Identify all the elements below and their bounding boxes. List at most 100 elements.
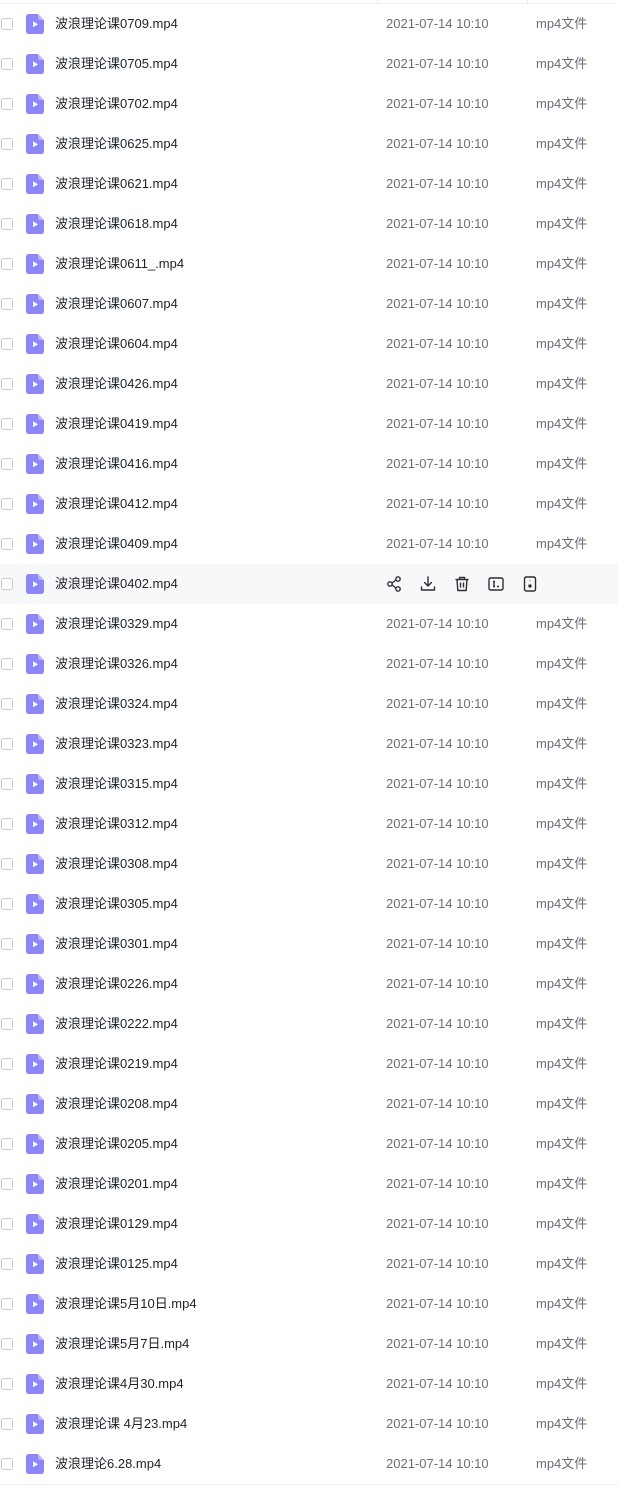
file-name[interactable]: 波浪理论课0208.mp4	[55, 1084, 178, 1124]
file-name[interactable]: 波浪理论课0621.mp4	[55, 164, 178, 204]
file-name[interactable]: 波浪理论课0323.mp4	[55, 724, 178, 764]
row-checkbox[interactable]	[1, 1258, 13, 1270]
share-icon[interactable]	[385, 575, 403, 593]
row-checkbox[interactable]	[1, 698, 13, 710]
file-row[interactable]: 波浪理论课0208.mp4 2021-07-14 10:10 mp4文件	[0, 1084, 618, 1124]
file-row[interactable]: 波浪理论6.28.mp4 2021-07-14 10:10 mp4文件	[0, 1444, 618, 1484]
file-row[interactable]: 波浪理论课 4月23.mp4 2021-07-14 10:10 mp4文件	[0, 1404, 618, 1444]
file-name[interactable]: 波浪理论课0409.mp4	[55, 524, 178, 564]
row-checkbox[interactable]	[1, 578, 13, 590]
file-row[interactable]: 波浪理论课0312.mp4 2021-07-14 10:10 mp4文件	[0, 804, 618, 844]
row-checkbox[interactable]	[1, 218, 13, 230]
file-name[interactable]: 波浪理论课0607.mp4	[55, 284, 178, 324]
row-checkbox[interactable]	[1, 178, 13, 190]
file-name[interactable]: 波浪理论课0125.mp4	[55, 1244, 178, 1284]
file-row[interactable]: 波浪理论课0618.mp4 2021-07-14 10:10 mp4文件	[0, 204, 618, 244]
row-checkbox[interactable]	[1, 738, 13, 750]
row-checkbox[interactable]	[1, 378, 13, 390]
file-row[interactable]: 波浪理论课0604.mp4 2021-07-14 10:10 mp4文件	[0, 324, 618, 364]
file-name[interactable]: 波浪理论课0426.mp4	[55, 364, 178, 404]
row-checkbox[interactable]	[1, 58, 13, 70]
file-row[interactable]: 波浪理论课0323.mp4 2021-07-14 10:10 mp4文件	[0, 724, 618, 764]
row-checkbox[interactable]	[1, 538, 13, 550]
row-checkbox[interactable]	[1, 938, 13, 950]
file-row[interactable]: 波浪理论课0607.mp4 2021-07-14 10:10 mp4文件	[0, 284, 618, 324]
file-name[interactable]: 波浪理论课0301.mp4	[55, 924, 178, 964]
file-name[interactable]: 波浪理论课0625.mp4	[55, 124, 178, 164]
file-row[interactable]: 波浪理论课0702.mp4 2021-07-14 10:10 mp4文件	[0, 84, 618, 124]
row-checkbox[interactable]	[1, 1178, 13, 1190]
more-icon[interactable]	[521, 575, 539, 593]
file-row[interactable]: 波浪理论课0402.mp4	[0, 564, 618, 604]
file-name[interactable]: 波浪理论课0222.mp4	[55, 1004, 178, 1044]
delete-icon[interactable]	[453, 575, 471, 593]
row-checkbox[interactable]	[1, 1018, 13, 1030]
file-row[interactable]: 波浪理论课0611_.mp4 2021-07-14 10:10 mp4文件	[0, 244, 618, 284]
file-row[interactable]: 波浪理论课0226.mp4 2021-07-14 10:10 mp4文件	[0, 964, 618, 1004]
row-checkbox[interactable]	[1, 858, 13, 870]
row-checkbox[interactable]	[1, 258, 13, 270]
file-row[interactable]: 波浪理论课0426.mp4 2021-07-14 10:10 mp4文件	[0, 364, 618, 404]
file-row[interactable]: 波浪理论课0305.mp4 2021-07-14 10:10 mp4文件	[0, 884, 618, 924]
row-checkbox[interactable]	[1, 778, 13, 790]
file-name[interactable]: 波浪理论课0419.mp4	[55, 404, 178, 444]
file-name[interactable]: 波浪理论课0604.mp4	[55, 324, 178, 364]
file-row[interactable]: 波浪理论课0625.mp4 2021-07-14 10:10 mp4文件	[0, 124, 618, 164]
file-name[interactable]: 波浪理论课5月10日.mp4	[55, 1284, 197, 1324]
file-row[interactable]: 波浪理论课0326.mp4 2021-07-14 10:10 mp4文件	[0, 644, 618, 684]
file-row[interactable]: 波浪理论课0201.mp4 2021-07-14 10:10 mp4文件	[0, 1164, 618, 1204]
file-row[interactable]: 波浪理论课0324.mp4 2021-07-14 10:10 mp4文件	[0, 684, 618, 724]
file-name[interactable]: 波浪理论课0705.mp4	[55, 44, 178, 84]
file-row[interactable]: 波浪理论课0219.mp4 2021-07-14 10:10 mp4文件	[0, 1044, 618, 1084]
row-checkbox[interactable]	[1, 1218, 13, 1230]
file-name[interactable]: 波浪理论课0205.mp4	[55, 1124, 178, 1164]
row-checkbox[interactable]	[1, 1058, 13, 1070]
file-name[interactable]: 波浪理论课0219.mp4	[55, 1044, 178, 1084]
file-row[interactable]: 波浪理论课0329.mp4 2021-07-14 10:10 mp4文件	[0, 604, 618, 644]
row-checkbox[interactable]	[1, 1418, 13, 1430]
row-checkbox[interactable]	[1, 418, 13, 430]
file-name[interactable]: 波浪理论课0416.mp4	[55, 444, 178, 484]
file-name[interactable]: 波浪理论6.28.mp4	[55, 1444, 161, 1484]
row-checkbox[interactable]	[1, 978, 13, 990]
file-name[interactable]: 波浪理论课 4月23.mp4	[55, 1404, 187, 1444]
file-row[interactable]: 波浪理论课0308.mp4 2021-07-14 10:10 mp4文件	[0, 844, 618, 884]
row-checkbox[interactable]	[1, 98, 13, 110]
row-checkbox[interactable]	[1, 338, 13, 350]
file-name[interactable]: 波浪理论课0702.mp4	[55, 84, 178, 124]
row-checkbox[interactable]	[1, 1378, 13, 1390]
download-icon[interactable]	[419, 575, 437, 593]
file-row[interactable]: 波浪理论课0621.mp4 2021-07-14 10:10 mp4文件	[0, 164, 618, 204]
row-checkbox[interactable]	[1, 458, 13, 470]
file-name[interactable]: 波浪理论课0402.mp4	[55, 564, 178, 604]
row-checkbox[interactable]	[1, 298, 13, 310]
row-checkbox[interactable]	[1, 498, 13, 510]
file-name[interactable]: 波浪理论课0315.mp4	[55, 764, 178, 804]
file-row[interactable]: 波浪理论课0709.mp4 2021-07-14 10:10 mp4文件	[0, 4, 618, 44]
rename-icon[interactable]	[487, 575, 505, 593]
file-name[interactable]: 波浪理论课0201.mp4	[55, 1164, 178, 1204]
row-checkbox[interactable]	[1, 1338, 13, 1350]
row-checkbox[interactable]	[1, 1298, 13, 1310]
file-row[interactable]: 波浪理论课0416.mp4 2021-07-14 10:10 mp4文件	[0, 444, 618, 484]
row-checkbox[interactable]	[1, 18, 13, 30]
file-name[interactable]: 波浪理论课0324.mp4	[55, 684, 178, 724]
row-checkbox[interactable]	[1, 1098, 13, 1110]
file-name[interactable]: 波浪理论课4月30.mp4	[55, 1364, 184, 1404]
file-name[interactable]: 波浪理论课0329.mp4	[55, 604, 178, 644]
row-checkbox[interactable]	[1, 618, 13, 630]
file-name[interactable]: 波浪理论课0308.mp4	[55, 844, 178, 884]
file-row[interactable]: 波浪理论课4月30.mp4 2021-07-14 10:10 mp4文件	[0, 1364, 618, 1404]
file-name[interactable]: 波浪理论课0326.mp4	[55, 644, 178, 684]
file-row[interactable]: 波浪理论课0419.mp4 2021-07-14 10:10 mp4文件	[0, 404, 618, 444]
file-name[interactable]: 波浪理论课0129.mp4	[55, 1204, 178, 1244]
file-row[interactable]: 波浪理论课0315.mp4 2021-07-14 10:10 mp4文件	[0, 764, 618, 804]
file-row[interactable]: 波浪理论课0409.mp4 2021-07-14 10:10 mp4文件	[0, 524, 618, 564]
file-row[interactable]: 波浪理论课5月10日.mp4 2021-07-14 10:10 mp4文件	[0, 1284, 618, 1324]
file-name[interactable]: 波浪理论课0305.mp4	[55, 884, 178, 924]
file-name[interactable]: 波浪理论课0312.mp4	[55, 804, 178, 844]
file-row[interactable]: 波浪理论课0412.mp4 2021-07-14 10:10 mp4文件	[0, 484, 618, 524]
row-checkbox[interactable]	[1, 1138, 13, 1150]
row-checkbox[interactable]	[1, 898, 13, 910]
file-name[interactable]: 波浪理论课0709.mp4	[55, 4, 178, 44]
